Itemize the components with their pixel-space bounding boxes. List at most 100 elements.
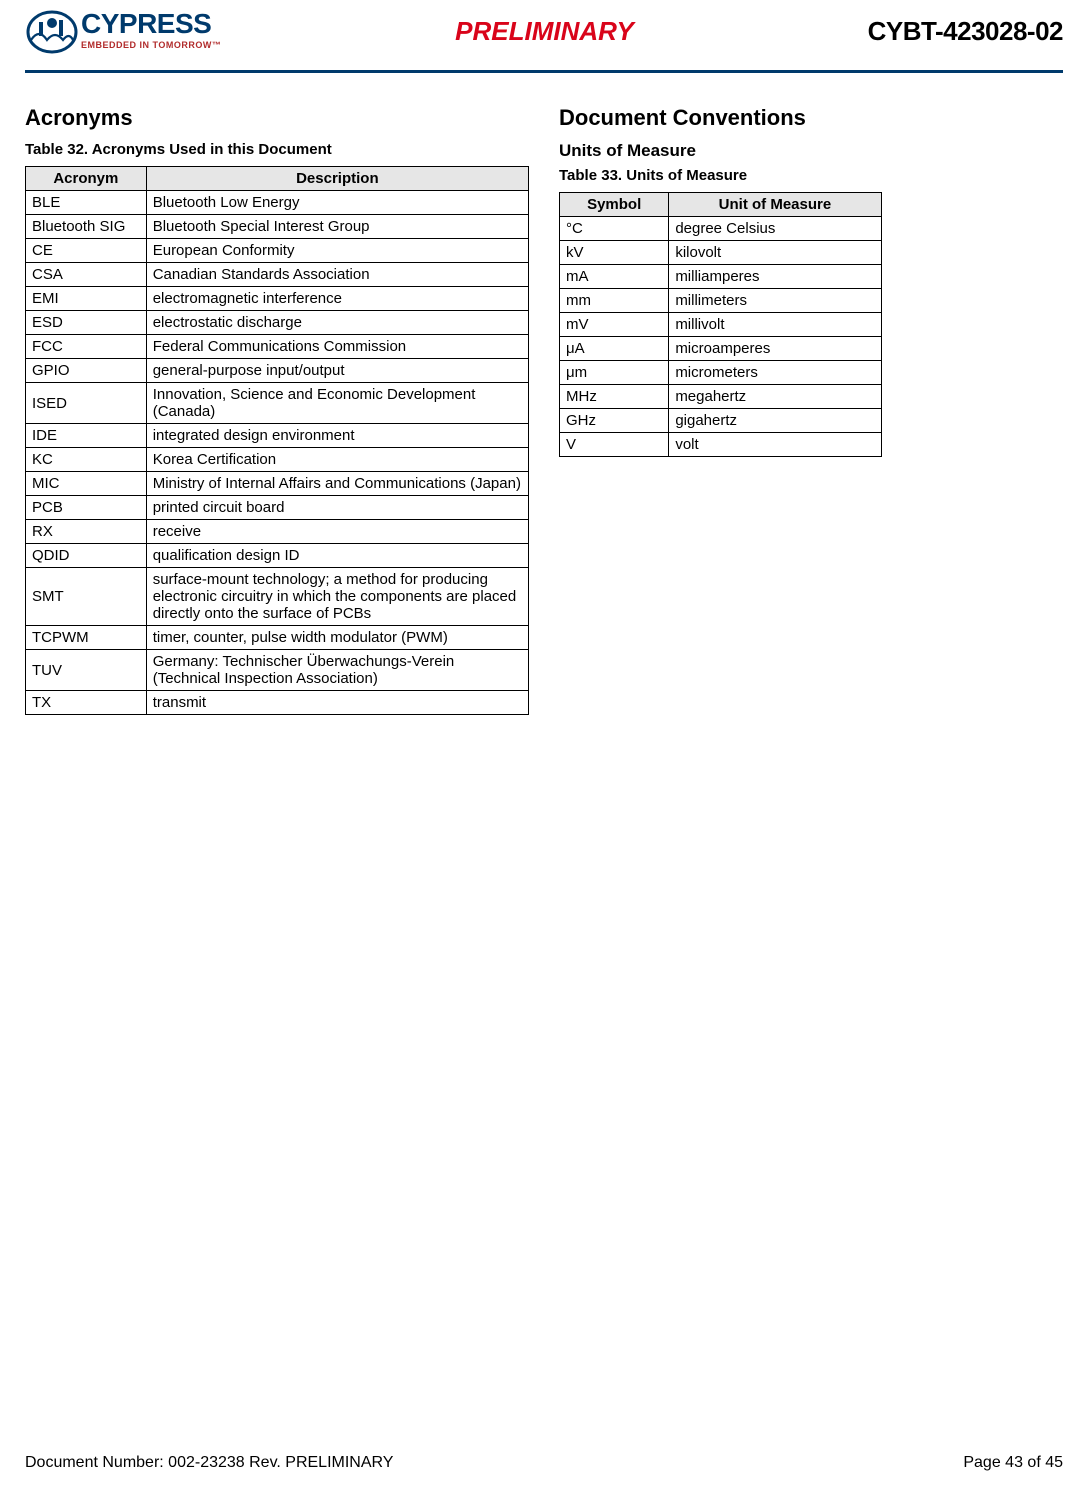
description-cell: qualification design ID <box>146 544 528 568</box>
acronym-cell: QDID <box>26 544 147 568</box>
symbol-cell: mm <box>560 289 669 313</box>
description-cell: integrated design environment <box>146 424 528 448</box>
description-cell: Canadian Standards Association <box>146 263 528 287</box>
unit-cell: degree Celsius <box>669 217 881 241</box>
acronym-cell: Bluetooth SIG <box>26 215 147 239</box>
table-row: ESDelectrostatic discharge <box>26 311 529 335</box>
acronym-cell: PCB <box>26 496 147 520</box>
acronyms-th-description: Description <box>146 167 528 191</box>
unit-cell: volt <box>669 433 881 457</box>
table-row: PCBprinted circuit board <box>26 496 529 520</box>
units-subhead: Units of Measure <box>559 141 1063 161</box>
description-cell: transmit <box>146 691 528 715</box>
acronyms-table: Acronym Description BLEBluetooth Low Ene… <box>25 166 529 715</box>
acronym-cell: CE <box>26 239 147 263</box>
acronym-cell: CSA <box>26 263 147 287</box>
document-code: CYBT-423028-02 <box>868 16 1063 47</box>
symbol-cell: kV <box>560 241 669 265</box>
description-cell: surface-mount technology; a method for p… <box>146 568 528 626</box>
logo: CYPRESS EMBEDDED IN TOMORROW™ <box>25 10 221 56</box>
table-row: RXreceive <box>26 520 529 544</box>
conventions-heading: Document Conventions <box>559 105 1063 131</box>
table-row: MICMinistry of Internal Affairs and Comm… <box>26 472 529 496</box>
table-row: mVmillivolt <box>560 313 882 337</box>
acronyms-heading: Acronyms <box>25 105 529 131</box>
unit-cell: gigahertz <box>669 409 881 433</box>
table-row: MHzmegahertz <box>560 385 882 409</box>
footer: Document Number: 002-23238 Rev. PRELIMIN… <box>25 1454 1063 1472</box>
table-row: SMTsurface-mount technology; a method fo… <box>26 568 529 626</box>
acronym-cell: ESD <box>26 311 147 335</box>
description-cell: electrostatic discharge <box>146 311 528 335</box>
units-caption: Table 33. Units of Measure <box>559 167 1063 184</box>
symbol-cell: V <box>560 433 669 457</box>
acronym-cell: TX <box>26 691 147 715</box>
table-row: TCPWMtimer, counter, pulse width modulat… <box>26 626 529 650</box>
logo-tagline: EMBEDDED IN TOMORROW™ <box>81 40 221 50</box>
preliminary-label: PRELIMINARY <box>455 16 634 47</box>
units-table: Symbol Unit of Measure °Cdegree Celsiusk… <box>559 192 882 457</box>
description-cell: general-purpose input/output <box>146 359 528 383</box>
table-row: Bluetooth SIGBluetooth Special Interest … <box>26 215 529 239</box>
acronym-cell: ISED <box>26 383 147 424</box>
unit-cell: milliamperes <box>669 265 881 289</box>
unit-cell: microamperes <box>669 337 881 361</box>
footer-docnum: Document Number: 002-23238 Rev. PRELIMIN… <box>25 1454 393 1472</box>
cypress-logo-icon <box>25 10 79 56</box>
table-row: Vvolt <box>560 433 882 457</box>
description-cell: receive <box>146 520 528 544</box>
table-row: μAmicroamperes <box>560 337 882 361</box>
table-row: EMIelectromagnetic interference <box>26 287 529 311</box>
page-header: CYPRESS EMBEDDED IN TOMORROW™ PRELIMINAR… <box>0 0 1088 70</box>
acronym-cell: TCPWM <box>26 626 147 650</box>
description-cell: Germany: Technischer Überwachungs-Verein… <box>146 650 528 691</box>
table-row: kVkilovolt <box>560 241 882 265</box>
acronyms-caption: Table 32. Acronyms Used in this Document <box>25 141 529 158</box>
table-row: mmmillimeters <box>560 289 882 313</box>
table-row: ISEDInnovation, Science and Economic Dev… <box>26 383 529 424</box>
content: Acronyms Table 32. Acronyms Used in this… <box>0 73 1088 715</box>
symbol-cell: MHz <box>560 385 669 409</box>
table-row: mAmilliamperes <box>560 265 882 289</box>
acronym-cell: BLE <box>26 191 147 215</box>
description-cell: Korea Certification <box>146 448 528 472</box>
right-column: Document Conventions Units of Measure Ta… <box>559 105 1063 715</box>
table-row: GHzgigahertz <box>560 409 882 433</box>
symbol-cell: mA <box>560 265 669 289</box>
table-row: TXtransmit <box>26 691 529 715</box>
table-row: CSACanadian Standards Association <box>26 263 529 287</box>
table-row: QDIDqualification design ID <box>26 544 529 568</box>
acronyms-th-acronym: Acronym <box>26 167 147 191</box>
logo-text: CYPRESS <box>81 10 221 38</box>
unit-cell: millimeters <box>669 289 881 313</box>
table-row: BLEBluetooth Low Energy <box>26 191 529 215</box>
description-cell: Federal Communications Commission <box>146 335 528 359</box>
description-cell: Bluetooth Low Energy <box>146 191 528 215</box>
description-cell: European Conformity <box>146 239 528 263</box>
acronym-cell: RX <box>26 520 147 544</box>
acronym-cell: GPIO <box>26 359 147 383</box>
footer-page: Page 43 of 45 <box>963 1454 1063 1472</box>
units-th-unit: Unit of Measure <box>669 193 881 217</box>
description-cell: Ministry of Internal Affairs and Communi… <box>146 472 528 496</box>
symbol-cell: °C <box>560 217 669 241</box>
table-row: TUVGermany: Technischer Überwachungs-Ver… <box>26 650 529 691</box>
symbol-cell: mV <box>560 313 669 337</box>
acronym-cell: KC <box>26 448 147 472</box>
table-row: KCKorea Certification <box>26 448 529 472</box>
unit-cell: megahertz <box>669 385 881 409</box>
acronym-cell: MIC <box>26 472 147 496</box>
table-row: FCCFederal Communications Commission <box>26 335 529 359</box>
description-cell: Innovation, Science and Economic Develop… <box>146 383 528 424</box>
symbol-cell: μm <box>560 361 669 385</box>
unit-cell: kilovolt <box>669 241 881 265</box>
unit-cell: millivolt <box>669 313 881 337</box>
left-column: Acronyms Table 32. Acronyms Used in this… <box>25 105 529 715</box>
table-row: CEEuropean Conformity <box>26 239 529 263</box>
acronym-cell: IDE <box>26 424 147 448</box>
table-row: IDEintegrated design environment <box>26 424 529 448</box>
description-cell: electromagnetic interference <box>146 287 528 311</box>
acronym-cell: EMI <box>26 287 147 311</box>
acronym-cell: TUV <box>26 650 147 691</box>
table-row: GPIOgeneral-purpose input/output <box>26 359 529 383</box>
